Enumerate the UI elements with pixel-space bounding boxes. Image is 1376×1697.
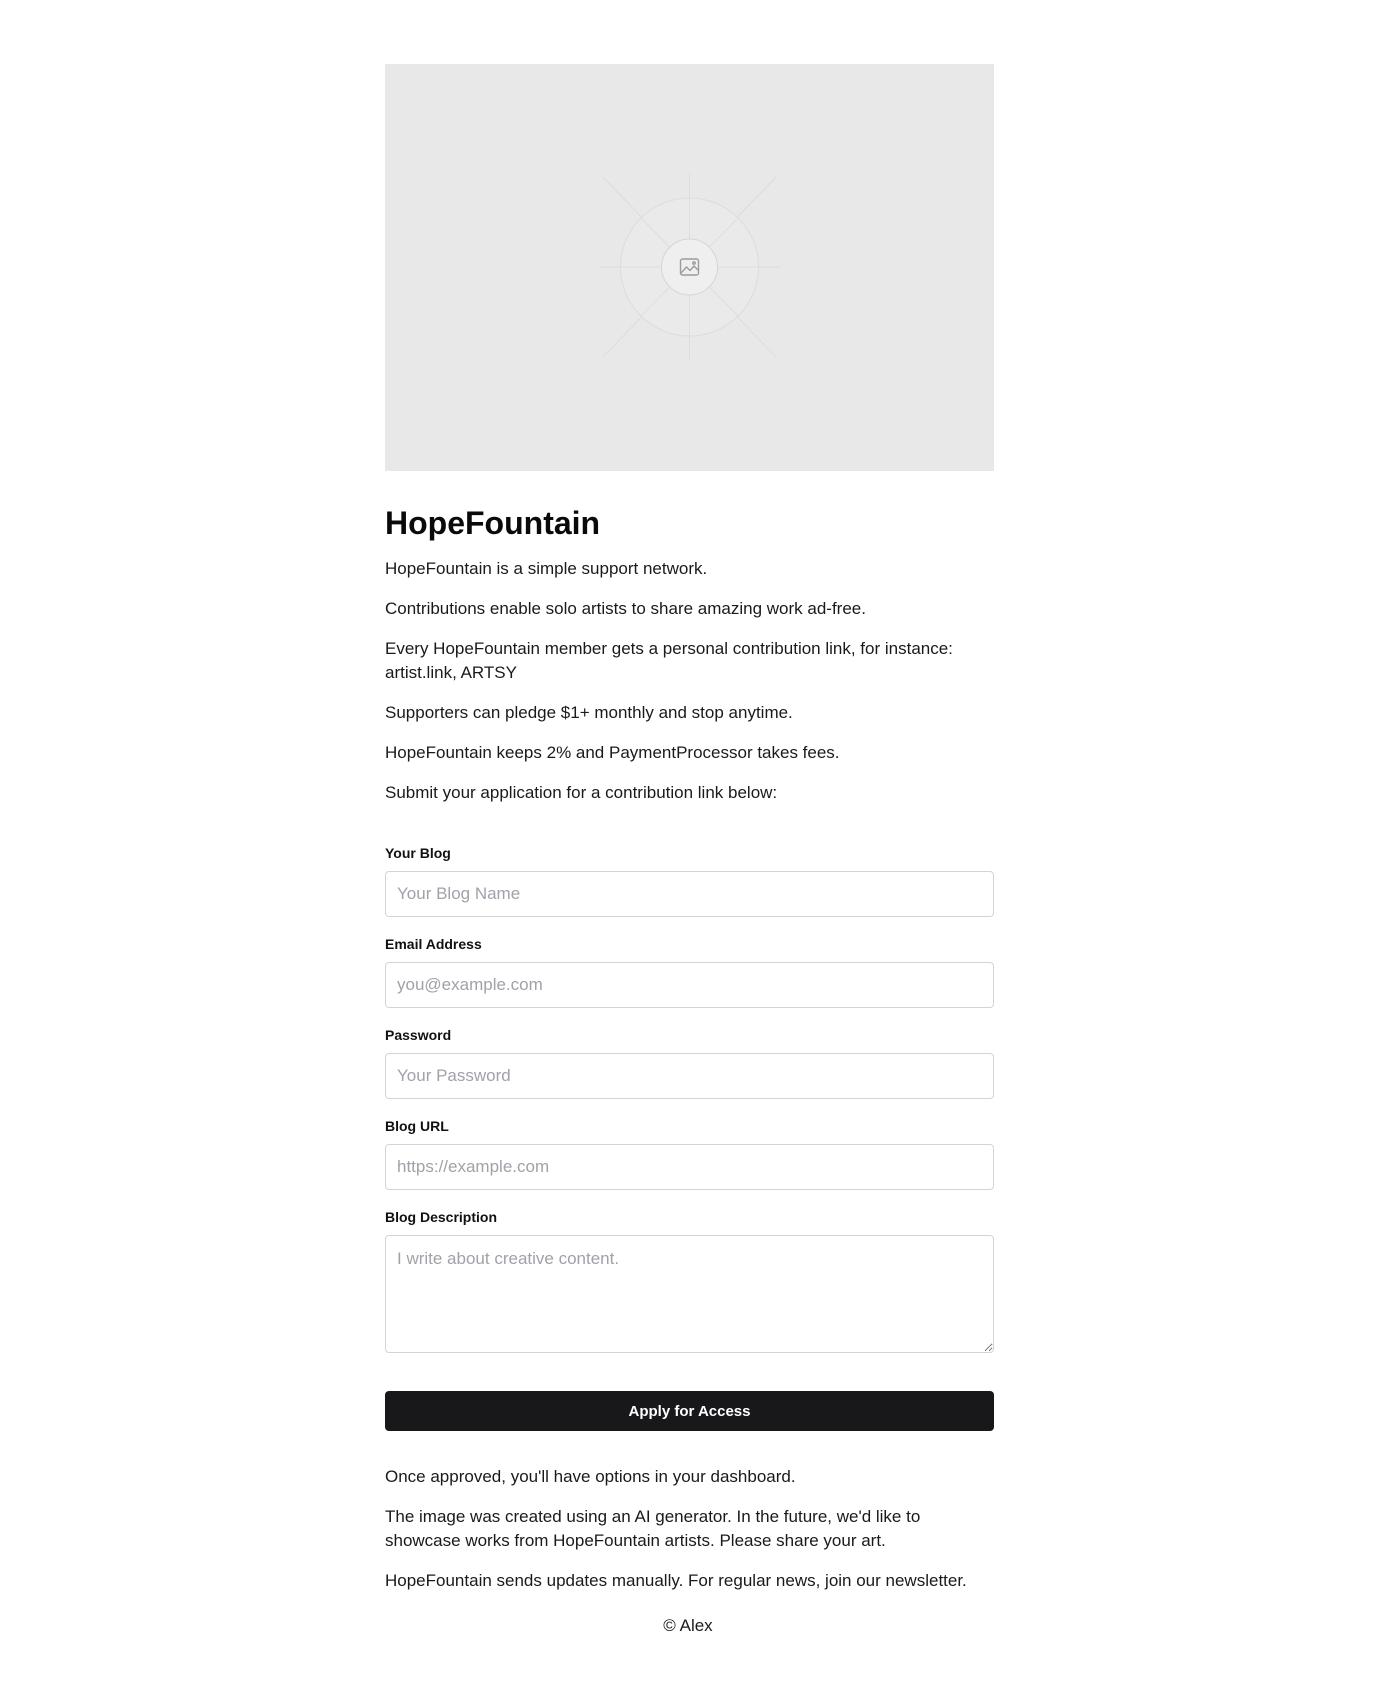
blog-description-label: Blog Description — [385, 1209, 498, 1225]
application-form: Your Blog Email Address Password Blog UR… — [385, 843, 994, 1431]
blog-url-label: Blog URL — [385, 1118, 449, 1134]
password-input[interactable] — [385, 1053, 994, 1099]
outro-paragraph: Once approved, you'll have options in yo… — [385, 1467, 796, 1486]
outro-text: Once approved, you'll have options in yo… — [385, 1465, 994, 1593]
intro-paragraph: Supporters can pledge $1+ monthly and st… — [385, 703, 793, 722]
blog-description-textarea[interactable] — [385, 1235, 994, 1353]
footer-copyright: © Alex — [663, 1616, 713, 1635]
image-placeholder-icon — [599, 174, 780, 360]
password-field-group: Password — [385, 1025, 994, 1099]
outro-paragraph: The image was created using an AI genera… — [385, 1507, 921, 1550]
intro-text: HopeFountain is a simple support network… — [385, 557, 994, 805]
hero-image-placeholder — [385, 64, 994, 471]
blog-url-field-group: Blog URL — [385, 1116, 994, 1190]
password-label: Password — [385, 1027, 452, 1043]
intro-paragraph: HopeFountain keeps 2% and PaymentProcess… — [385, 743, 840, 762]
email-input[interactable] — [385, 962, 994, 1008]
blog-name-input[interactable] — [385, 871, 994, 917]
blog-description-field-group: Blog Description — [385, 1207, 994, 1353]
blog-name-label: Your Blog — [385, 845, 451, 861]
intro-paragraph: Contributions enable solo artists to sha… — [385, 599, 866, 618]
email-field-group: Email Address — [385, 934, 994, 1008]
intro-paragraph: Submit your application for a contributi… — [385, 783, 778, 802]
intro-paragraph: HopeFountain is a simple support network… — [385, 559, 708, 578]
email-label: Email Address — [385, 936, 482, 952]
blog-name-field-group: Your Blog — [385, 843, 994, 917]
main-content: HopeFountain HopeFountain is a simple su… — [385, 64, 994, 1593]
outro-paragraph: HopeFountain sends updates manually. For… — [385, 1571, 967, 1590]
page-title: HopeFountain — [385, 505, 601, 541]
blog-url-input[interactable] — [385, 1144, 994, 1190]
intro-paragraph: Every HopeFountain member gets a persona… — [385, 639, 953, 682]
apply-for-access-button[interactable]: Apply for Access — [385, 1391, 994, 1431]
